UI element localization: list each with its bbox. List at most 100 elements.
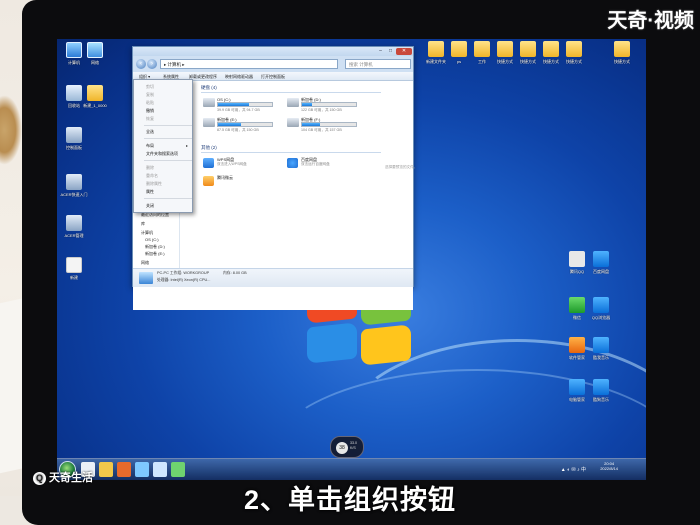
group-hard-drives: 硬盘 (4) <box>201 85 217 90</box>
memory-info: 内存: 8.00 GB <box>223 271 247 275</box>
nav-item-network[interactable]: 网络 <box>141 260 149 266</box>
menu-item-remove-properties[interactable]: 删除属性 <box>146 181 162 186</box>
app-taskbar-icon[interactable] <box>135 462 149 477</box>
map-network-drive-button[interactable]: 映射网络驱动器 <box>225 74 253 79</box>
app-store-icon <box>569 337 585 353</box>
drive-d[interactable]: 新加卷 (D:) 122 GB 可用，共 150 GB <box>287 97 357 115</box>
menu-item-properties[interactable]: 属性 <box>146 189 154 194</box>
nav-item-drive-d[interactable]: 新加卷 (D:) <box>145 244 165 250</box>
group-divider <box>201 92 381 93</box>
desktop-icon-browser[interactable]: QQ浏览器 <box>586 297 616 320</box>
computer-icon <box>139 272 153 284</box>
drive-usage-bar <box>217 122 273 127</box>
desktop-icon-kugou[interactable]: 酷狗音乐 <box>586 379 616 402</box>
wps-cloud-item[interactable]: WPS网盘 双击进入WPS网盘 <box>203 157 267 171</box>
menu-item-rename[interactable]: 重命名 <box>146 173 158 178</box>
menu-item-paste[interactable]: 粘贴 <box>146 100 154 105</box>
desktop-icon-app[interactable]: ACER快速入门 <box>59 174 89 197</box>
desktop-icon-baidu-cloud[interactable]: 百度网盘 <box>586 251 616 274</box>
desktop-icon-network[interactable]: 网络 <box>80 42 110 65</box>
menu-item-cut[interactable]: 剪切 <box>146 84 154 89</box>
weiyun-icon <box>203 176 214 186</box>
nav-item-drive-e[interactable]: 新加卷 (E:) <box>145 251 165 257</box>
back-arrow-icon[interactable]: ‹ <box>136 59 146 69</box>
nav-item-drive-c[interactable]: OS (C:) <box>145 237 159 243</box>
explorer-taskbar-icon[interactable] <box>99 462 113 477</box>
folder-icon <box>451 41 467 57</box>
menu-item-copy[interactable]: 复制 <box>146 92 154 97</box>
menu-item-layout[interactable]: 布局 <box>146 143 154 148</box>
menu-item-redo[interactable]: 恢复 <box>146 116 154 121</box>
hard-drive-icon <box>287 98 299 107</box>
drive-usage-bar <box>217 102 273 107</box>
music-icon <box>593 379 609 395</box>
cpu-info: 处理器: Intel(R) Xeon(R) CPU... <box>157 278 211 282</box>
maximize-button[interactable]: □ <box>386 48 395 55</box>
open-control-panel-button[interactable]: 打开控制面板 <box>261 74 285 79</box>
address-bar[interactable]: ▸ 计算机 ▸ <box>160 59 338 69</box>
nav-item-computer[interactable]: 计算机 <box>141 230 153 236</box>
menu-item-delete[interactable]: 删除 <box>146 165 154 170</box>
desktop-icon-control-panel[interactable]: 控制面板 <box>59 127 89 150</box>
gadget-value: 38 <box>336 442 348 454</box>
shield-icon <box>569 379 585 395</box>
desktop-icon-folder[interactable]: 快捷方式 <box>559 41 589 64</box>
menu-item-close[interactable]: 关闭 <box>146 203 154 208</box>
desktop-icon-app[interactable]: ACER管理 <box>59 215 89 238</box>
details-pane: PC-PC 工作组: WORKGROUP 内存: 8.00 GB 处理器: In… <box>133 268 413 287</box>
hard-drive-icon <box>203 118 215 127</box>
media-taskbar-icon[interactable] <box>117 462 131 477</box>
preview-pane-hint: 选择要预览的文件。 <box>385 165 418 169</box>
wechat-icon <box>569 297 585 313</box>
folder-icon <box>543 41 559 57</box>
network-speed-gadget[interactable]: 38 33.0 K/S <box>330 436 364 458</box>
search-input[interactable]: 搜索 计算机 <box>345 59 411 69</box>
menu-separator <box>144 198 192 199</box>
folder-icon <box>474 41 490 57</box>
wps-cloud-icon <box>203 158 214 168</box>
menu-separator <box>144 138 192 139</box>
plant-decoration <box>0 95 22 165</box>
network-icon <box>87 42 103 58</box>
main-pane: 硬盘 (4) OS (C:) 39.9 GB 可用，共 94.7 GB 新加卷 … <box>183 81 383 268</box>
menu-item-folder-options[interactable]: 文件夹和搜索选项 <box>146 151 178 156</box>
hard-drive-icon <box>203 98 215 107</box>
system-tray-icons[interactable]: ▲ ◐ ✉ ♪ 中 <box>561 466 586 473</box>
organize-dropdown-menu: 剪切 复制 粘贴 撤销 恢复 全选 布局 ▸ 文件夹和搜索选项 删除 重命名 删… <box>133 79 193 213</box>
titlebar[interactable]: – □ ✕ <box>133 47 413 56</box>
folder-icon <box>566 41 582 57</box>
chrome-taskbar-icon[interactable] <box>171 462 185 477</box>
watermark-top: 天奇·视频 <box>607 10 694 32</box>
cloud-icon <box>593 251 609 267</box>
taskbar: ▲ ◐ ✉ ♪ 中 20:04 2022/8/14 <box>57 458 646 480</box>
menu-item-select-all[interactable]: 全选 <box>146 129 154 134</box>
clock-date: 2022/8/14 <box>600 466 618 471</box>
drive-f[interactable]: 新加卷 (F:) 104 GB 可用，共 157 GB <box>287 117 357 135</box>
close-button[interactable]: ✕ <box>396 48 412 55</box>
weiyun-item[interactable]: 腾讯微云 <box>203 175 267 189</box>
group-divider <box>201 152 381 153</box>
window-taskbar-icon[interactable] <box>153 462 167 477</box>
computer-name: PC-PC 工作组: WORKGROUP <box>157 271 210 275</box>
desktop-icon-music[interactable]: 酷我音乐 <box>586 337 616 360</box>
menu-item-undo[interactable]: 撤销 <box>146 108 154 113</box>
desktop-icon-folder[interactable]: 快捷方式 <box>607 41 637 64</box>
uninstall-program-button[interactable]: 卸载或更改程序 <box>189 74 217 79</box>
drive-c[interactable]: OS (C:) 39.9 GB 可用，共 94.7 GB <box>203 97 273 115</box>
baidu-cloud-item[interactable]: 百度网盘 双击运行百度网盘 <box>287 157 351 171</box>
control-panel-icon <box>66 127 82 143</box>
desktop-icon-document[interactable]: 新建 <box>59 257 89 280</box>
baidu-cloud-icon <box>287 158 298 168</box>
folder-icon <box>520 41 536 57</box>
clock[interactable]: 20:04 2022/8/14 <box>600 461 618 471</box>
submenu-arrow-icon: ▸ <box>185 143 188 148</box>
music-icon <box>593 337 609 353</box>
minimize-button[interactable]: – <box>376 48 385 55</box>
desktop-icon-folder[interactable]: 新建_1_0000 <box>80 85 110 108</box>
folder-icon <box>428 41 444 57</box>
forward-arrow-icon[interactable]: › <box>147 59 157 69</box>
nav-item-libraries[interactable]: 库 <box>141 221 145 227</box>
hard-drive-icon <box>287 118 299 127</box>
gadget-speed: 33.0 K/S <box>350 441 357 450</box>
drive-e[interactable]: 新加卷 (E:) 87.5 GB 可用，共 150 GB <box>203 117 273 135</box>
